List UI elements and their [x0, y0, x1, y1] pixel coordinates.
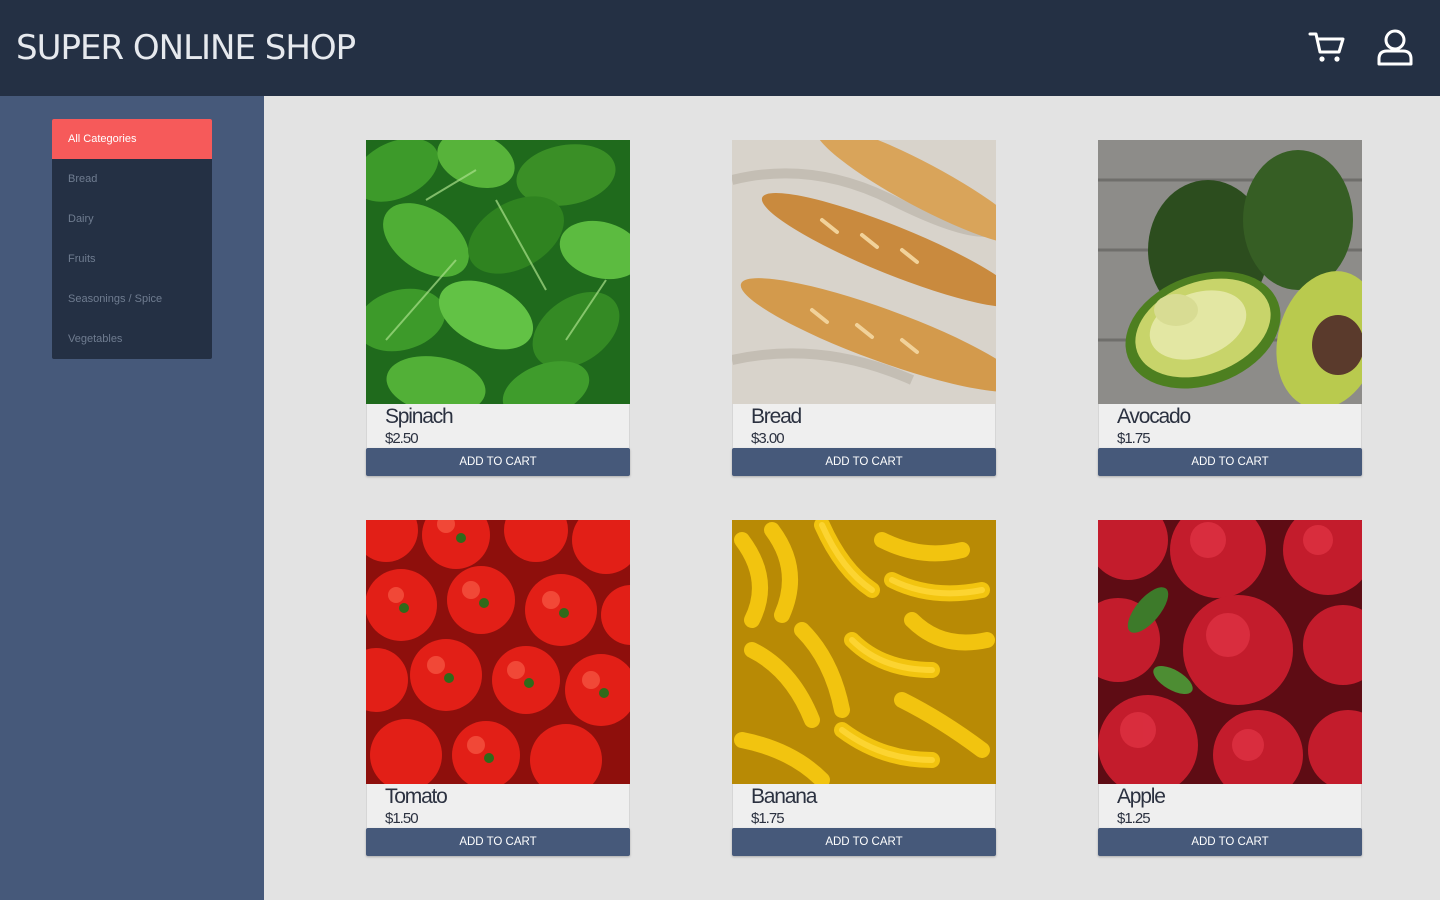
category-menu: All Categories Bread Dairy Fruits Season…: [52, 119, 212, 359]
product-name: Apple: [1117, 785, 1166, 808]
product-card-avocado: Avocado $1.75 ADD TO CART: [1098, 140, 1362, 476]
product-name: Banana: [751, 785, 817, 808]
top-header: SUPER ONLINE SHOP: [0, 0, 1440, 96]
product-image-apple[interactable]: [1098, 520, 1362, 784]
category-fruits[interactable]: Fruits: [52, 239, 212, 279]
product-info: Avocado $1.75: [1098, 404, 1362, 448]
product-info: Spinach $2.50: [366, 404, 630, 448]
add-to-cart-button[interactable]: ADD TO CART: [1098, 448, 1362, 476]
add-to-cart-button[interactable]: ADD TO CART: [366, 828, 630, 856]
category-all[interactable]: All Categories: [52, 119, 212, 159]
product-price: $1.75: [751, 810, 785, 827]
product-card-bread: Bread $3.00 ADD TO CART: [732, 140, 996, 476]
product-image-avocado[interactable]: [1098, 140, 1362, 404]
product-card-apple: Apple $1.25 ADD TO CART: [1098, 520, 1362, 856]
product-grid: Spinach $2.50 ADD TO CART Bread $3.00 AD…: [264, 96, 1440, 900]
shop-title: SUPER ONLINE SHOP: [16, 28, 356, 68]
product-info: Apple $1.25: [1098, 784, 1362, 828]
product-image-spinach[interactable]: [366, 140, 630, 404]
shopping-cart-icon[interactable]: [1307, 27, 1347, 67]
add-to-cart-button[interactable]: ADD TO CART: [732, 828, 996, 856]
category-seasonings-spice[interactable]: Seasonings / Spice: [52, 279, 212, 319]
product-image-tomato[interactable]: [366, 520, 630, 784]
product-name: Spinach: [385, 405, 454, 428]
product-info: Bread $3.00: [732, 404, 996, 448]
product-card-tomato: Tomato $1.50 ADD TO CART: [366, 520, 630, 856]
product-name: Tomato: [385, 785, 448, 808]
user-account-icon[interactable]: [1375, 27, 1415, 67]
product-price: $1.25: [1117, 810, 1151, 827]
product-card-spinach: Spinach $2.50 ADD TO CART: [366, 140, 630, 476]
product-price: $1.50: [385, 810, 419, 827]
category-vegetables[interactable]: Vegetables: [52, 319, 212, 359]
category-bread[interactable]: Bread: [52, 159, 212, 199]
product-price: $1.75: [1117, 430, 1151, 447]
add-to-cart-button[interactable]: ADD TO CART: [1098, 828, 1362, 856]
product-price: $3.00: [751, 430, 785, 447]
sidebar: All Categories Bread Dairy Fruits Season…: [0, 96, 264, 900]
product-price: $2.50: [385, 430, 419, 447]
product-info: Banana $1.75: [732, 784, 996, 828]
product-name: Avocado: [1117, 405, 1191, 428]
category-dairy[interactable]: Dairy: [52, 199, 212, 239]
product-info: Tomato $1.50: [366, 784, 630, 828]
add-to-cart-button[interactable]: ADD TO CART: [732, 448, 996, 476]
product-name: Bread: [751, 405, 802, 428]
product-image-banana[interactable]: [732, 520, 996, 784]
add-to-cart-button[interactable]: ADD TO CART: [366, 448, 630, 476]
product-image-bread[interactable]: [732, 140, 996, 404]
product-card-banana: Banana $1.75 ADD TO CART: [732, 520, 996, 856]
